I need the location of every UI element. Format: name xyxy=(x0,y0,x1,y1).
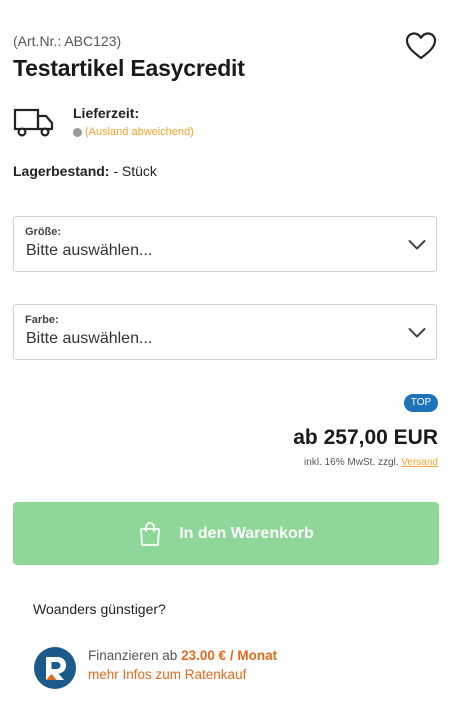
stock-value: - Stück xyxy=(109,163,157,179)
heart-icon xyxy=(405,32,437,60)
color-select[interactable]: Farbe: Bitte auswählen... xyxy=(13,304,437,360)
shopping-bag-icon xyxy=(140,521,161,546)
tax-note-text: inkl. 16% MwSt. zzgl. xyxy=(304,457,402,468)
delivery-status: (Ausland abweichend) xyxy=(73,126,194,138)
ratenkauf-logo xyxy=(33,646,77,690)
stock-info: Lagerbestand: - Stück xyxy=(13,163,157,179)
status-dot-icon xyxy=(73,127,82,137)
add-to-cart-label: In den Warenkorb xyxy=(179,524,314,542)
size-select-value: Bitte auswählen... xyxy=(26,242,153,259)
product-title: Testartikel Easycredit xyxy=(13,55,245,81)
color-select-label: Farbe: xyxy=(25,314,59,326)
financing-more-info-link[interactable]: mehr Infos zum Ratenkauf xyxy=(88,667,246,682)
delivery-time-label: Lieferzeit: xyxy=(73,105,140,121)
add-to-cart-button[interactable]: In den Warenkorb xyxy=(13,502,439,565)
financing-amount: 23.00 € / Monat xyxy=(181,648,278,663)
tax-note: inkl. 16% MwSt. zzgl. Versand xyxy=(304,457,438,468)
delivery-status-text: (Ausland abweichend) xyxy=(85,126,194,138)
size-select-label: Größe: xyxy=(25,226,62,238)
cheaper-elsewhere-link[interactable]: Woanders günstiger? xyxy=(33,601,166,617)
product-price: ab 257,00 EUR xyxy=(293,426,438,449)
color-select-value: Bitte auswählen... xyxy=(26,330,153,347)
chevron-down-icon xyxy=(408,240,426,250)
stock-label: Lagerbestand: xyxy=(13,163,110,179)
financing-prefix: Finanzieren ab xyxy=(88,648,182,663)
wishlist-button[interactable] xyxy=(404,30,438,62)
chevron-down-icon xyxy=(408,328,426,338)
top-badge: TOP xyxy=(404,394,438,412)
shipping-link[interactable]: Versand xyxy=(401,457,438,468)
financing-info: Finanzieren ab 23.00 € / Monat xyxy=(88,648,277,663)
size-select[interactable]: Größe: Bitte auswählen... xyxy=(13,216,437,272)
truck-icon xyxy=(13,106,55,138)
article-number: (Art.Nr.: ABC123) xyxy=(13,33,122,49)
